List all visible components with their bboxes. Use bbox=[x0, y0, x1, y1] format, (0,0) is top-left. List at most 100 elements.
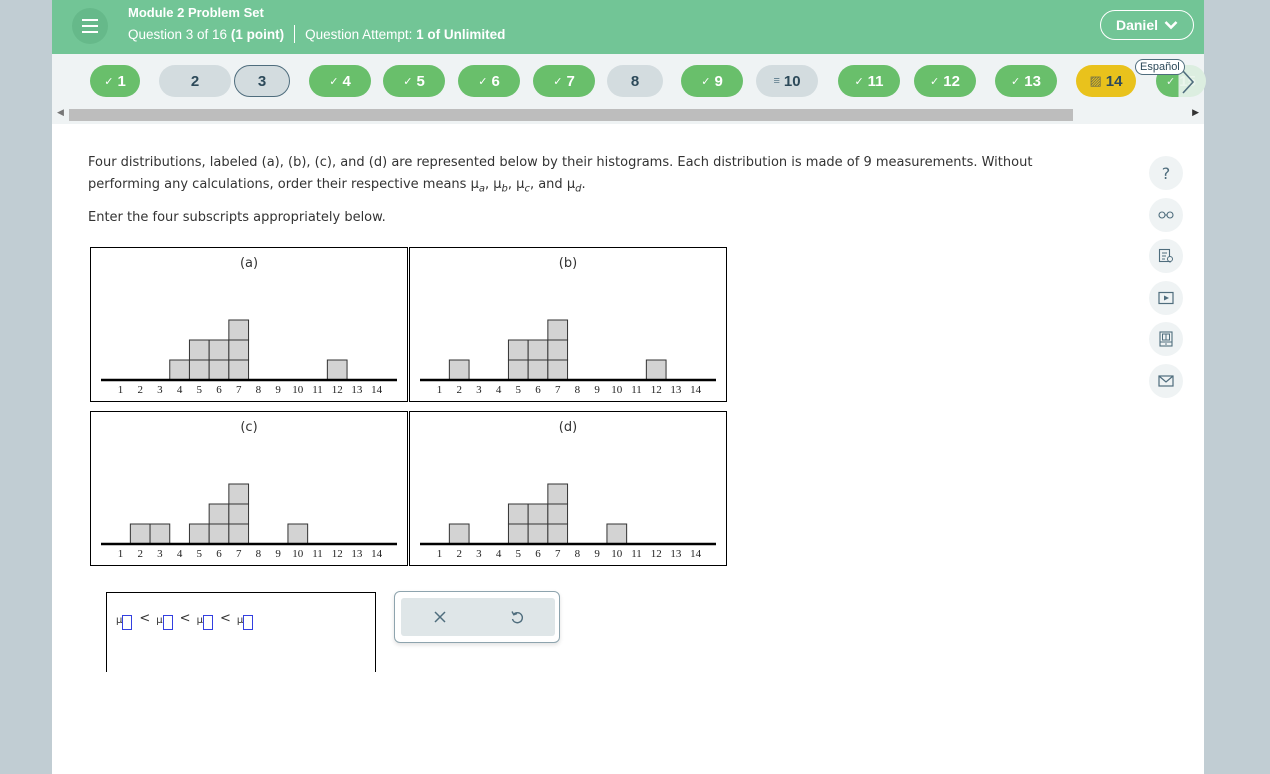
question-nav-item-13[interactable]: ✓ 13 bbox=[995, 65, 1057, 97]
question-nav-item-11[interactable]: ✓ 11 bbox=[838, 65, 900, 97]
question-nav-item-12[interactable]: ✓ 12 bbox=[914, 65, 976, 97]
question-nav-item-6[interactable]: ✓ 6 bbox=[458, 65, 520, 97]
clear-button[interactable] bbox=[401, 598, 478, 636]
question-nav-item-5[interactable]: ✓ 5 bbox=[383, 65, 445, 97]
x-tick-label: 5 bbox=[197, 548, 203, 560]
subscript-slot-3[interactable] bbox=[202, 615, 213, 630]
user-menu-button[interactable]: Daniel bbox=[1100, 10, 1194, 40]
histogram-box-x5 bbox=[188, 523, 210, 545]
subscript-slot-1[interactable] bbox=[122, 615, 133, 630]
scroll-right-arrow[interactable]: ▶ bbox=[1192, 108, 1199, 118]
instruction-text: Enter the four subscripts appropriately … bbox=[88, 210, 386, 225]
question-nav-label: 1 bbox=[117, 72, 126, 90]
question-nav-label: 8 bbox=[630, 72, 640, 90]
less-than: < bbox=[139, 611, 151, 626]
question-nav-item-4[interactable]: ✓ 4 bbox=[309, 65, 371, 97]
message-button[interactable] bbox=[1149, 363, 1183, 398]
x-tick-label: 7 bbox=[555, 384, 561, 396]
check-icon: ✓ bbox=[1166, 75, 1176, 88]
question-nav-label: 3 bbox=[257, 72, 267, 90]
histogram-box-x6 bbox=[208, 339, 230, 361]
x-tick-label: 11 bbox=[631, 384, 642, 396]
x-tick-label: 5 bbox=[516, 548, 522, 560]
histogram-c: (c) 1 2 3 4 5 6 7 8 9 10 11 12 13 14 bbox=[90, 411, 408, 566]
x-tick-label: 7 bbox=[236, 548, 242, 560]
question-nav-item-2[interactable]: 2 bbox=[159, 65, 231, 97]
question-nav-item-9[interactable]: ✓ 9 bbox=[681, 65, 743, 97]
question-nav-item-14[interactable]: ▨ 14 bbox=[1076, 65, 1136, 97]
histogram-box-x6 bbox=[527, 339, 549, 361]
question-nav-label: 12 bbox=[943, 72, 960, 90]
x-tick-label: 13 bbox=[670, 384, 682, 396]
histogram-box-x7 bbox=[547, 359, 569, 381]
x-tick-label: 10 bbox=[292, 384, 304, 396]
histogram-box-x7 bbox=[228, 339, 250, 361]
question-nav-item-1[interactable]: ✓ 1 bbox=[90, 65, 140, 97]
answer-input-area[interactable]: μ < μ < μ < μ bbox=[106, 592, 376, 672]
histogram-plot: 1 2 3 4 5 6 7 8 9 10 11 12 13 14 bbox=[420, 483, 716, 560]
undo-icon bbox=[510, 611, 523, 624]
mean-order-expression: μ < μ < μ < μ bbox=[116, 611, 254, 630]
language-toggle-button[interactable]: Español bbox=[1135, 59, 1185, 75]
x-tick-label: 12 bbox=[332, 384, 343, 396]
undo-button[interactable] bbox=[478, 598, 555, 636]
question-nav-item-7[interactable]: ✓ 7 bbox=[533, 65, 595, 97]
scrollbar-thumb[interactable] bbox=[69, 109, 1073, 121]
page: Module 2 Problem Set Question 3 of 16 (1… bbox=[52, 0, 1206, 774]
question-nav-item-10[interactable]: ≡ 10 bbox=[756, 65, 818, 97]
x-tick-label: 12 bbox=[651, 384, 662, 396]
x-tick-label: 14 bbox=[690, 548, 702, 560]
histogram-box-x10 bbox=[606, 523, 628, 545]
histogram-box-x6 bbox=[527, 503, 549, 525]
histogram-box-x5 bbox=[188, 359, 210, 381]
x-tick-label: 4 bbox=[496, 548, 502, 560]
histogram-box-x7 bbox=[228, 319, 250, 341]
check-icon: ✓ bbox=[403, 75, 413, 88]
subscript-slot-4[interactable] bbox=[243, 615, 254, 630]
ebook-button[interactable] bbox=[1149, 322, 1183, 356]
video-button[interactable] bbox=[1149, 280, 1183, 315]
question-nav-label: 13 bbox=[1024, 72, 1041, 90]
menu-button[interactable] bbox=[72, 8, 108, 44]
histogram-plot: 1 2 3 4 5 6 7 8 9 10 11 12 13 14 bbox=[101, 483, 397, 560]
attempt-value: 1 of Unlimited bbox=[416, 26, 506, 42]
scroll-left-arrow[interactable]: ◀ bbox=[57, 108, 64, 118]
x-tick-label: 3 bbox=[157, 548, 163, 560]
histogram-box-x6 bbox=[208, 503, 230, 525]
x-tick-label: 1 bbox=[437, 548, 443, 560]
x-tick-label: 9 bbox=[275, 548, 281, 560]
hint-icon bbox=[1158, 248, 1173, 263]
video-play-icon bbox=[1158, 291, 1174, 304]
accessibility-button[interactable] bbox=[1149, 197, 1183, 232]
hamburger-icon-line bbox=[82, 25, 98, 27]
and-word: and bbox=[538, 177, 563, 192]
top-bar: Module 2 Problem Set Question 3 of 16 (1… bbox=[52, 0, 1204, 54]
x-tick-label: 4 bbox=[496, 384, 502, 396]
x-tick-label: 2 bbox=[456, 548, 462, 560]
check-icon: ✓ bbox=[104, 75, 114, 88]
x-tick-label: 6 bbox=[535, 548, 541, 560]
question-nav-label: 7 bbox=[566, 72, 575, 90]
hint-button[interactable] bbox=[1149, 239, 1183, 273]
histogram-box-x7 bbox=[547, 523, 569, 545]
x-tick-label: 13 bbox=[351, 548, 363, 560]
chevron-down-icon bbox=[1164, 21, 1178, 30]
x-tick-label: 9 bbox=[594, 384, 600, 396]
check-icon: ✓ bbox=[930, 75, 940, 88]
list-icon: ≡ bbox=[773, 75, 780, 87]
subscript-slot-2[interactable] bbox=[162, 615, 173, 630]
x-tick-label: 11 bbox=[312, 384, 323, 396]
histogram-box-x2 bbox=[129, 523, 151, 545]
question-nav-item-3[interactable]: 3 bbox=[234, 65, 290, 97]
x-tick-label: 14 bbox=[690, 384, 702, 396]
question-nav-label: 11 bbox=[867, 72, 884, 90]
question-points: (1 point) bbox=[230, 26, 285, 42]
histogram-plot: 1 2 3 4 5 6 7 8 9 10 11 12 13 14 bbox=[420, 319, 716, 396]
question-text: Four distributions, labeled (a), (b), (c… bbox=[88, 155, 1033, 195]
question-nav-item-8[interactable]: 8 bbox=[607, 65, 663, 97]
horizontal-scrollbar[interactable]: ◀ ▶ bbox=[52, 108, 1204, 122]
x-tick-label: 10 bbox=[611, 384, 623, 396]
help-button[interactable]: ? bbox=[1149, 156, 1183, 190]
histogram-box-x7 bbox=[228, 359, 250, 381]
histogram-box-x6 bbox=[208, 523, 230, 545]
